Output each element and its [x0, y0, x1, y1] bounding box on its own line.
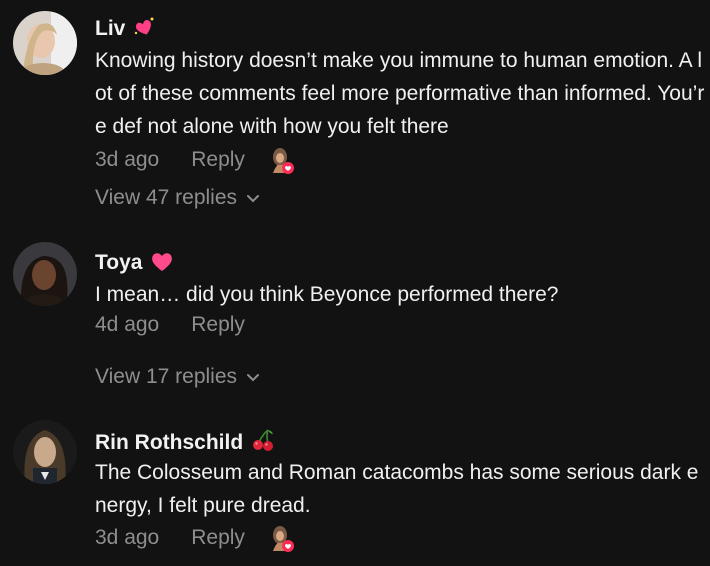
username-text: Rin Rothschild: [95, 431, 244, 454]
username-text: Toya: [95, 251, 143, 274]
username[interactable]: Liv: [95, 16, 155, 44]
comment-meta: 3d ago Reply: [95, 523, 295, 553]
sparkling-heart-icon: [133, 16, 155, 44]
comment-time: 3d ago: [95, 526, 160, 549]
comment-text: Knowing history doesn’t make you immune …: [95, 49, 705, 138]
comment-time: 4d ago: [95, 313, 160, 336]
chevron-down-icon: [246, 185, 260, 211]
chevron-down-icon: [246, 364, 260, 390]
view-replies-button[interactable]: View 47 replies: [95, 185, 260, 211]
view-replies-label: View 47 replies: [95, 186, 238, 209]
avatar[interactable]: [13, 11, 77, 75]
view-replies-button[interactable]: View 17 replies: [95, 364, 260, 390]
comment-text: The Colosseum and Roman catacombs has so…: [95, 461, 699, 517]
creator-liked-icon: [269, 145, 295, 175]
reply-button[interactable]: Reply: [191, 312, 245, 338]
comment-meta: 4d ago Reply: [95, 312, 245, 338]
username[interactable]: Rin Rothschild: [95, 428, 275, 458]
cherries-icon: [251, 428, 275, 458]
view-replies-label: View 17 replies: [95, 365, 238, 388]
comment-text: I mean… did you think Beyonce performed …: [95, 283, 559, 306]
avatar[interactable]: [13, 420, 77, 484]
creator-liked-icon: [269, 523, 295, 553]
comment-time: 3d ago: [95, 148, 160, 171]
reply-button[interactable]: Reply: [191, 147, 245, 173]
pink-heart-icon: [150, 250, 174, 278]
reply-button[interactable]: Reply: [191, 525, 245, 551]
avatar[interactable]: [13, 242, 77, 306]
username[interactable]: Toya: [95, 250, 174, 278]
comment-meta: 3d ago Reply: [95, 145, 295, 175]
username-text: Liv: [95, 17, 126, 40]
